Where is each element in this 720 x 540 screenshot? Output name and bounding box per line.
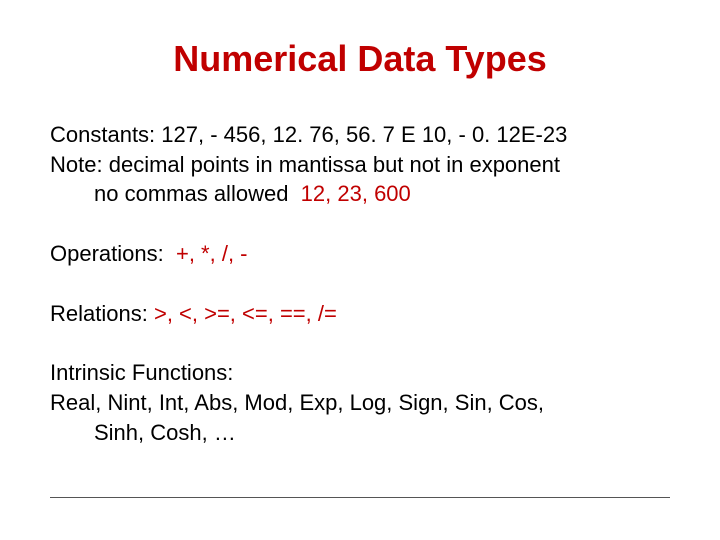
relations-block: Relations: >, <, >=, <=, ==, /=	[50, 299, 670, 329]
intrinsic-block: Intrinsic Functions: Real, Nint, Int, Ab…	[50, 358, 670, 447]
intrinsic-line1: Real, Nint, Int, Abs, Mod, Exp, Log, Sig…	[50, 390, 544, 415]
slide-body: Constants: 127, - 456, 12. 76, 56. 7 E 1…	[50, 120, 670, 448]
operations-block: Operations: +, *, /, -	[50, 239, 670, 269]
note-line1: decimal points in mantissa but not in ex…	[109, 152, 560, 177]
slide-title: Numerical Data Types	[50, 38, 670, 80]
constants-values: 127, - 456, 12. 76, 56. 7 E 10, - 0. 12E…	[161, 122, 567, 147]
intrinsic-label: Intrinsic Functions:	[50, 360, 233, 385]
note-line2-red: 12, 23, 600	[301, 181, 411, 206]
slide: Numerical Data Types Constants: 127, - 4…	[0, 0, 720, 540]
constants-block: Constants: 127, - 456, 12. 76, 56. 7 E 1…	[50, 120, 670, 209]
divider-line	[50, 497, 670, 498]
relations-values: >, <, >=, <=, ==, /=	[154, 301, 337, 326]
relations-label: Relations:	[50, 301, 148, 326]
constants-label: Constants:	[50, 122, 155, 147]
operations-values: +, *, /, -	[176, 241, 248, 266]
operations-label: Operations:	[50, 241, 164, 266]
note-line2: no commas allowed 12, 23, 600	[50, 179, 411, 209]
note-line2-pre: no commas allowed	[94, 181, 288, 206]
note-label: Note:	[50, 152, 103, 177]
intrinsic-line2: Sinh, Cosh, …	[50, 418, 236, 448]
